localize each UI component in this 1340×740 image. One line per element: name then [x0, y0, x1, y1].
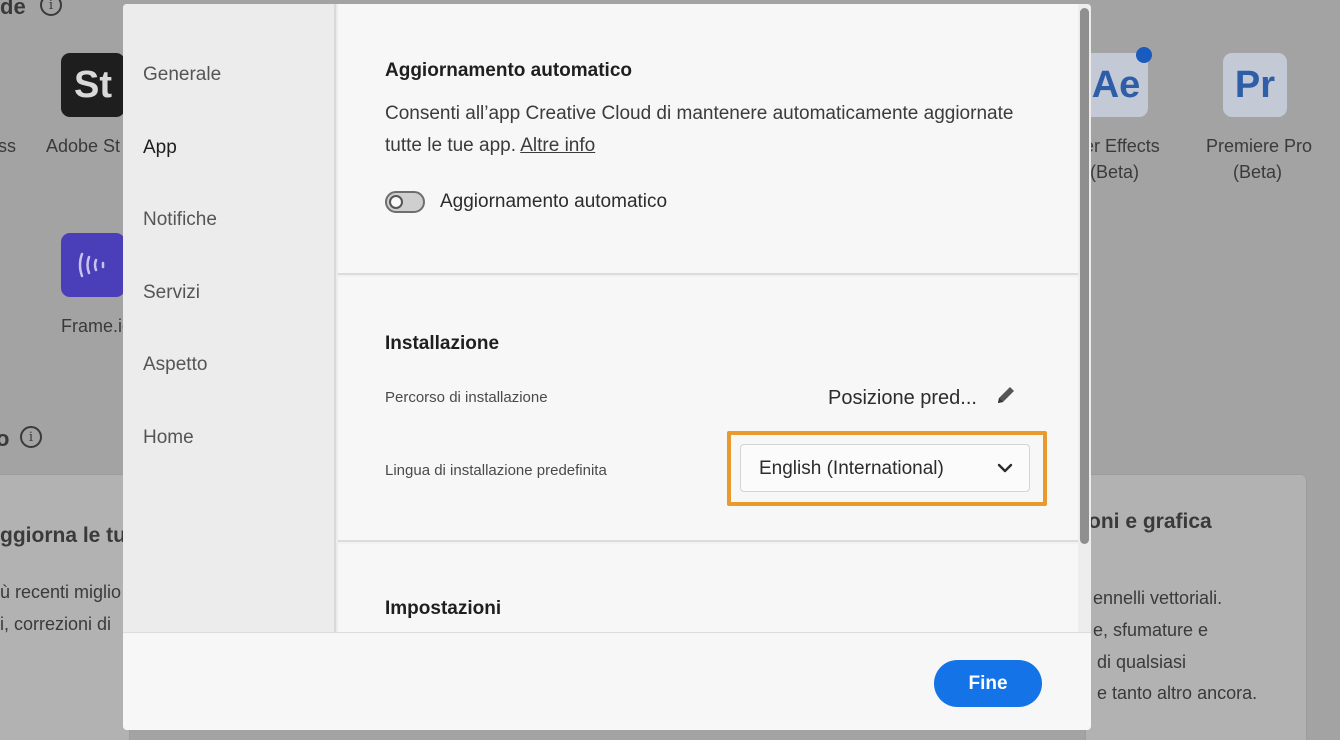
bg-card	[0, 474, 130, 740]
install-language-label: Lingua di installazione predefinita	[385, 462, 607, 479]
install-path-label: Percorso di installazione	[385, 389, 548, 406]
sidebar-item-generale[interactable]: Generale	[143, 64, 221, 86]
preferences-sidebar: Generale App Notifiche Servizi Aspetto H…	[123, 4, 336, 632]
bg-app-tile: Pr	[1223, 53, 1287, 117]
settings-title: Impostazioni	[385, 598, 502, 619]
scrollbar-thumb[interactable]	[1080, 8, 1089, 544]
bg-app-tile: Ae	[1084, 53, 1148, 117]
bg-card-text: ennelli vettoriali.	[1093, 588, 1223, 608]
bg-app-label: er Effects	[1084, 136, 1160, 156]
bg-card-text: di qualsiasi	[1097, 652, 1187, 672]
bg-section-heading: o	[0, 426, 10, 451]
bg-card-text: i, correzioni di	[0, 614, 112, 634]
bg-app-tile-frameio	[61, 233, 125, 297]
preferences-dialog: Generale App Notifiche Servizi Aspetto H…	[123, 4, 1091, 730]
auto-update-title: Aggiornamento automatico	[385, 60, 633, 81]
sidebar-item-servizi[interactable]: Servizi	[143, 282, 200, 304]
preferences-content[interactable]: Aggiornamento automatico Consenti all’ap…	[338, 4, 1078, 632]
bg-card-title: oni e grafica	[1088, 510, 1212, 533]
installation-title: Installazione	[385, 333, 500, 354]
update-badge	[1136, 47, 1152, 63]
bg-app-label: Adobe St	[46, 136, 121, 156]
install-language-dropdown[interactable]: English (International)	[740, 444, 1030, 492]
bg-app-label: (Beta)	[1090, 162, 1140, 182]
auto-update-description: Consenti all’app Creative Cloud di mante…	[385, 98, 1045, 162]
done-button[interactable]: Fine	[934, 660, 1042, 707]
auto-update-toggle-label: Aggiornamento automatico	[440, 191, 668, 212]
bg-app-label: (Beta)	[1233, 162, 1283, 182]
info-icon: i	[20, 426, 42, 448]
toggle-knob	[389, 195, 403, 209]
auto-update-description-text: Consenti all’app Creative Cloud di mante…	[385, 103, 1014, 156]
install-language-value: English (International)	[759, 458, 944, 479]
sidebar-item-notifiche[interactable]: Notifiche	[143, 209, 217, 231]
chevron-down-icon	[997, 463, 1013, 473]
bg-card-text: ù recenti miglio	[0, 582, 122, 602]
frameio-icon	[78, 252, 105, 278]
auto-update-toggle[interactable]	[385, 191, 425, 213]
bg-card-text: e, sfumature e	[1093, 620, 1209, 640]
sidebar-item-home[interactable]: Home	[143, 427, 194, 449]
install-path-value: Posizione pred...	[828, 387, 977, 409]
settings-section: Impostazioni	[338, 544, 1078, 632]
info-icon: i	[40, 0, 62, 16]
bg-app-label: Frame.io	[61, 316, 133, 336]
bg-app-label: Premiere Pro	[1206, 136, 1313, 156]
sidebar-item-aspetto[interactable]: Aspetto	[143, 354, 207, 376]
more-info-link[interactable]: Altre info	[520, 135, 595, 156]
dialog-footer: Fine	[123, 632, 1091, 730]
auto-update-section: Aggiornamento automatico Consenti all’ap…	[338, 4, 1078, 275]
bg-card-title: ggiorna le tu	[0, 524, 126, 547]
bg-app-tile: St	[61, 53, 125, 117]
bg-heading: de	[0, 0, 26, 19]
bg-app-label: ss	[0, 136, 16, 156]
sidebar-item-app[interactable]: App	[143, 137, 177, 159]
bg-card-text: e tanto altro ancora.	[1097, 683, 1258, 703]
pencil-icon[interactable]	[994, 383, 1018, 407]
